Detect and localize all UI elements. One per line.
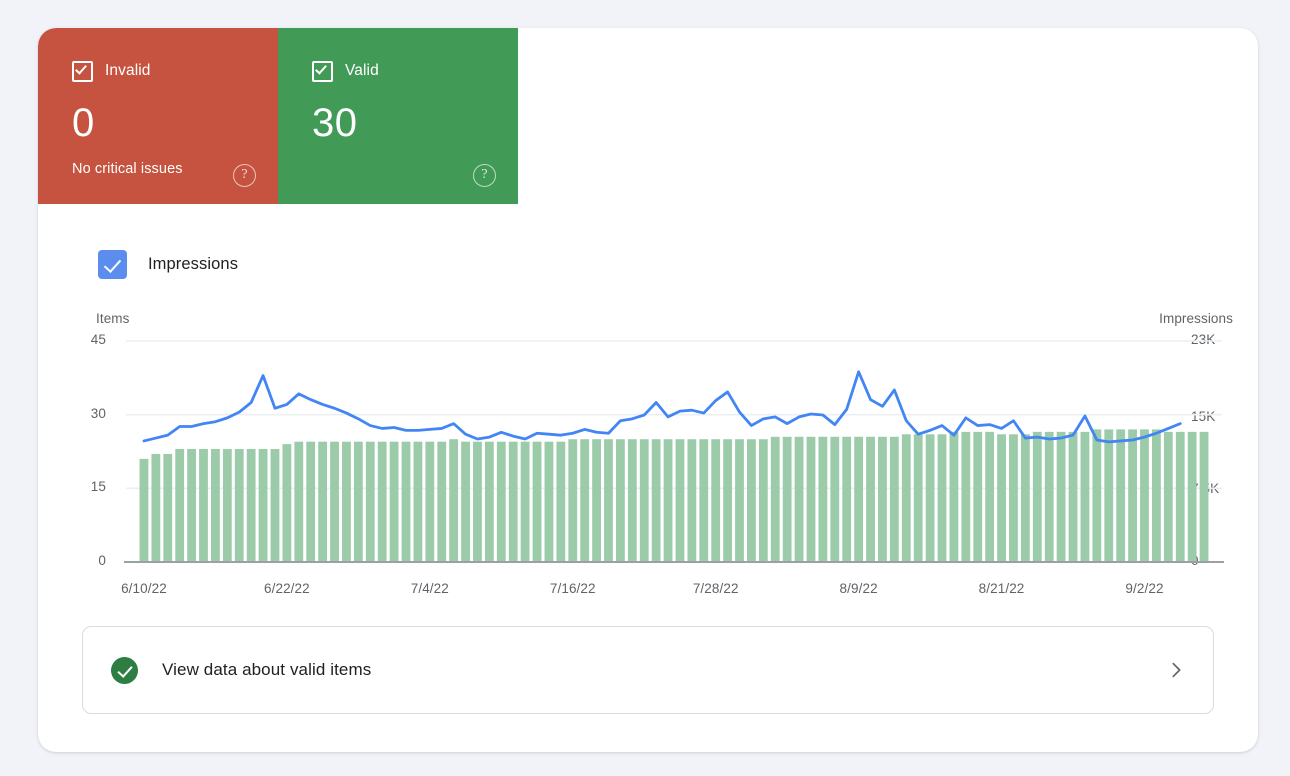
check-circle-icon xyxy=(111,657,138,684)
impressions-legend-toggle[interactable]: Impressions xyxy=(98,250,238,279)
valid-tile-count: 30 xyxy=(312,103,494,143)
chart-plot-area[interactable] xyxy=(38,300,1258,580)
rich-results-report-card: Invalid 0 No critical issues ? Valid 30 … xyxy=(38,28,1258,752)
valid-tile-label: Valid xyxy=(345,63,379,79)
x-tick: 7/28/22 xyxy=(693,581,739,596)
x-tick: 9/2/22 xyxy=(1125,581,1163,596)
impressions-legend-label: Impressions xyxy=(148,255,238,274)
view-valid-items-link[interactable]: View data about valid items xyxy=(82,626,1214,714)
valid-tile-header: Valid xyxy=(312,60,494,82)
invalid-tile-header: Invalid xyxy=(72,60,254,82)
performance-chart: Items Impressions 0153045 07.5K15K23K 6/… xyxy=(38,300,1258,610)
x-tick: 8/9/22 xyxy=(840,581,878,596)
chevron-right-icon[interactable] xyxy=(1165,659,1187,681)
invalid-tile-count: 0 xyxy=(72,103,254,143)
x-tick: 7/4/22 xyxy=(411,581,449,596)
invalid-tile-label: Invalid xyxy=(105,63,151,79)
x-tick: 7/16/22 xyxy=(550,581,596,596)
checkbox-checked-icon[interactable] xyxy=(72,61,93,82)
x-tick: 6/10/22 xyxy=(121,581,167,596)
status-tiles: Invalid 0 No critical issues ? Valid 30 … xyxy=(38,28,518,204)
status-tile-invalid[interactable]: Invalid 0 No critical issues ? xyxy=(38,28,278,204)
view-valid-items-label: View data about valid items xyxy=(162,660,1165,680)
checkbox-checked-icon[interactable] xyxy=(98,250,127,279)
checkbox-checked-icon[interactable] xyxy=(312,61,333,82)
help-icon[interactable]: ? xyxy=(233,164,256,187)
status-tile-valid[interactable]: Valid 30 ? xyxy=(278,28,518,204)
invalid-tile-subtitle: No critical issues xyxy=(72,161,254,177)
help-icon[interactable]: ? xyxy=(473,164,496,187)
x-tick: 8/21/22 xyxy=(979,581,1025,596)
x-tick: 6/22/22 xyxy=(264,581,310,596)
